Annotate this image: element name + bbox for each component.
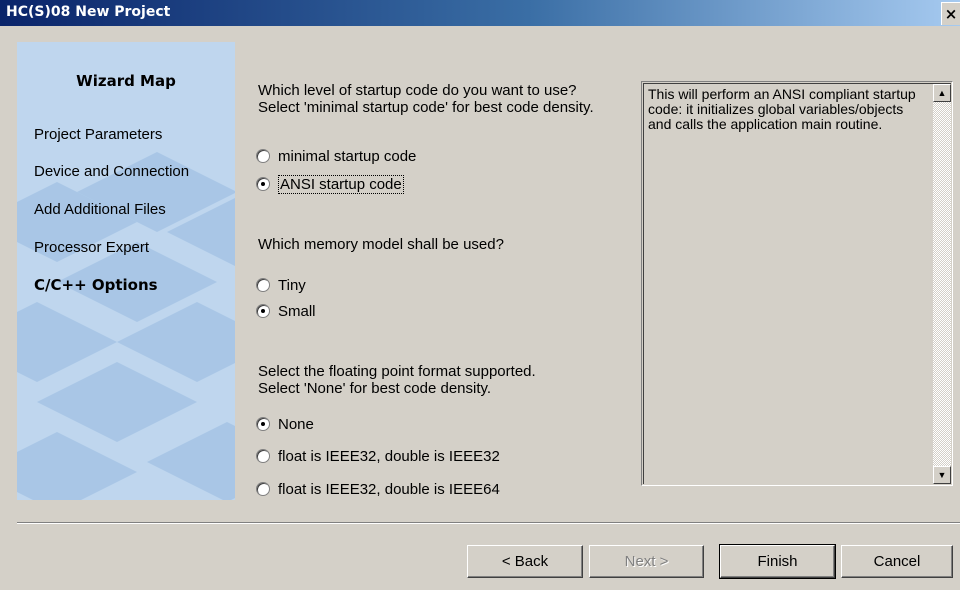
radio-ieee32-ieee64[interactable]: float is IEEE32, double is IEEE64 — [256, 480, 500, 498]
radio-button-unchecked[interactable] — [256, 278, 270, 292]
wizard-map-title: Wizard Map — [76, 72, 176, 90]
radio-label: ANSI startup code — [278, 174, 404, 194]
window-title: HC(S)08 New Project — [6, 4, 171, 20]
cancel-button-label: Cancel — [873, 553, 921, 570]
finish-button[interactable]: Finish — [719, 544, 836, 579]
floating-question-line1: Select the floating point format support… — [258, 363, 536, 380]
radio-label: Small — [278, 302, 316, 320]
radio-label: Tiny — [278, 276, 306, 294]
description-text: This will perform an ANSI compliant star… — [648, 86, 916, 132]
radio-label: None — [278, 415, 314, 433]
radio-minimal-startup-code[interactable]: minimal startup code — [256, 147, 416, 165]
radio-button-unchecked[interactable] — [256, 449, 270, 463]
description-box[interactable]: This will perform an ANSI compliant star… — [641, 81, 953, 486]
title-bar: HC(S)08 New Project × — [0, 0, 960, 26]
radio-button-checked[interactable] — [256, 304, 270, 318]
radio-label: float is IEEE32, double is IEEE32 — [278, 447, 500, 465]
floating-point-question: Select the floating point format support… — [258, 363, 536, 397]
description-scrollbar[interactable]: ▲ ▼ — [933, 84, 951, 484]
wizard-map-background — [17, 152, 235, 500]
back-button-label: < Back — [501, 553, 549, 570]
cancel-button[interactable]: Cancel — [841, 545, 953, 578]
radio-button-unchecked[interactable] — [256, 482, 270, 496]
scroll-down-icon[interactable]: ▼ — [933, 466, 951, 484]
radio-label: float is IEEE32, double is IEEE64 — [278, 480, 500, 498]
radio-small[interactable]: Small — [256, 302, 316, 320]
close-icon[interactable]: × — [941, 2, 960, 25]
startup-question: Which level of startup code do you want … — [258, 82, 594, 116]
wizard-map-panel: Wizard Map Project Parameters Device and… — [17, 42, 235, 500]
scroll-up-icon[interactable]: ▲ — [933, 84, 951, 102]
floating-question-line2: Select 'None' for best code density. — [258, 380, 492, 397]
finish-button-label: Finish — [757, 553, 798, 570]
radio-tiny[interactable]: Tiny — [256, 276, 306, 294]
radio-button-unchecked[interactable] — [256, 149, 270, 163]
wizard-step-device-and-connection: Device and Connection — [34, 163, 190, 180]
startup-question-line2: Select 'minimal startup code' for best c… — [258, 99, 594, 116]
radio-button-checked[interactable] — [256, 177, 270, 191]
radio-button-checked[interactable] — [256, 417, 270, 431]
back-button[interactable]: < Back — [467, 545, 583, 578]
memory-question: Which memory model shall be used? — [258, 236, 504, 253]
radio-label: minimal startup code — [278, 147, 417, 165]
button-separator — [17, 522, 960, 524]
wizard-step-project-parameters: Project Parameters — [34, 126, 163, 143]
description-inner: This will perform an ANSI compliant star… — [643, 83, 951, 484]
radio-none[interactable]: None — [256, 415, 314, 433]
startup-question-line1: Which level of startup code do you want … — [258, 82, 577, 99]
radio-ansi-startup-code[interactable]: ANSI startup code — [256, 174, 404, 194]
radio-ieee32-ieee32[interactable]: float is IEEE32, double is IEEE32 — [256, 447, 500, 465]
next-button-label: Next > — [624, 553, 669, 570]
next-button[interactable]: Next > — [589, 545, 704, 578]
wizard-step-processor-expert: Processor Expert — [34, 239, 150, 256]
wizard-step-add-additional-files: Add Additional Files — [34, 201, 166, 218]
wizard-step-c-cpp-options: C/C++ Options — [34, 276, 158, 294]
